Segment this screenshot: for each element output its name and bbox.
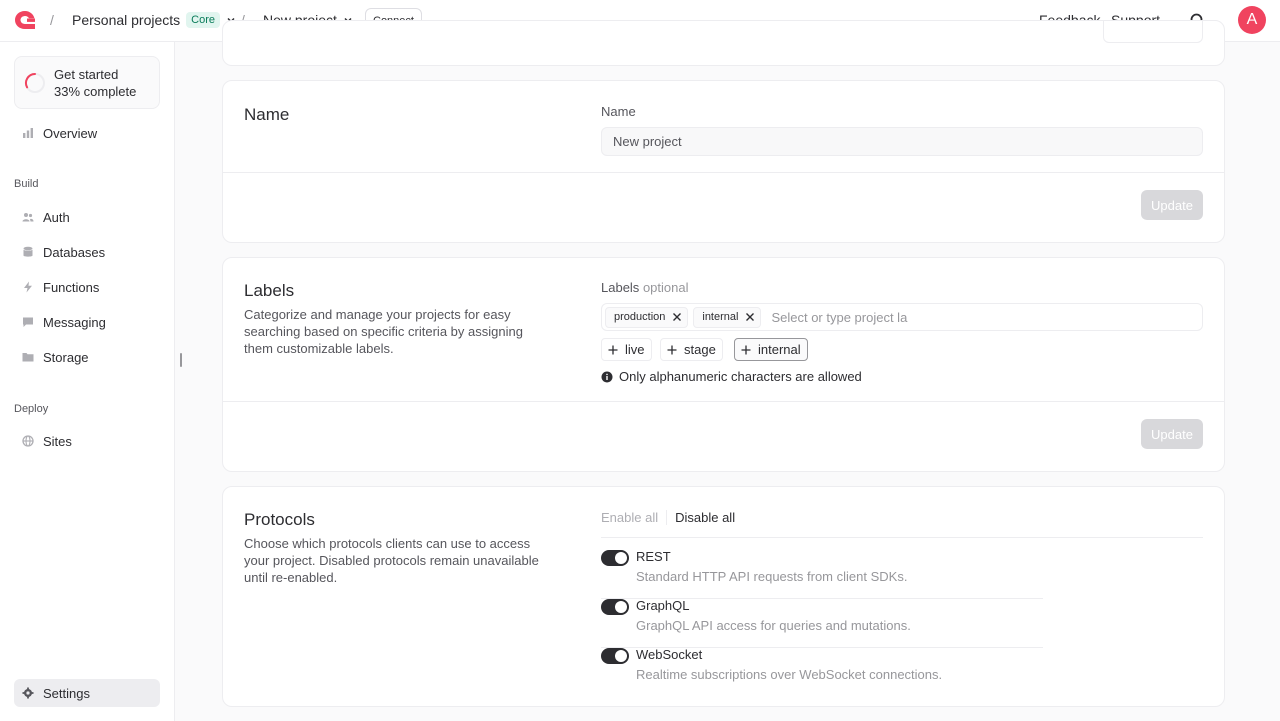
globe-icon <box>22 435 34 447</box>
sidebar: Get started 33% complete Overview Build … <box>0 42 175 721</box>
sidebar-item-label: Storage <box>43 349 89 365</box>
folder-icon <box>22 353 34 362</box>
name-card: Name Name New project Update <box>222 80 1225 243</box>
database-icon <box>23 246 33 257</box>
sidebar-item-storage[interactable]: Storage <box>14 343 160 371</box>
protocols-card-title: Protocols <box>244 510 315 529</box>
label-tag-text: internal <box>702 311 739 323</box>
labels-card-title: Labels <box>244 281 295 300</box>
plus-icon <box>667 345 677 354</box>
sidebar-item-label: Settings <box>43 685 90 701</box>
protocol-row-rest: REST Standard HTTP API requests from cli… <box>601 549 1043 599</box>
sidebar-item-label: Sites <box>43 433 72 449</box>
organization-name: Personal projects <box>72 12 181 28</box>
label-tag: internal <box>693 306 762 328</box>
nav-section-build: Build <box>14 178 39 190</box>
update-name-button[interactable]: Update <box>1141 190 1203 220</box>
lightning-icon <box>24 281 32 293</box>
progress-ring-icon <box>25 73 45 93</box>
bar-chart-icon <box>23 128 33 138</box>
labels-input-placeholder[interactable]: Select or type project la <box>771 310 907 325</box>
name-card-footer: Update <box>223 172 1224 242</box>
gear-icon <box>22 687 34 699</box>
nav-section-deploy: Deploy <box>14 403 49 415</box>
sidebar-item-functions[interactable]: Functions <box>14 273 160 301</box>
plus-icon <box>608 345 618 354</box>
protocol-name: GraphQL <box>636 598 690 613</box>
protocol-name: REST <box>636 549 671 564</box>
sidebar-resize-handle[interactable] <box>180 353 182 367</box>
protocols-card-description: Choose which protocols clients can use t… <box>244 536 539 585</box>
sidebar-item-label: Overview <box>43 125 98 141</box>
breadcrumb-separator: / <box>50 12 54 28</box>
graphql-toggle[interactable] <box>601 599 629 615</box>
protocol-name: WebSocket <box>636 647 703 662</box>
protocol-row-websocket: WebSocket Realtime subscriptions over We… <box>601 647 1043 697</box>
label-tag: production <box>605 306 689 328</box>
labels-card: Labels Categorize and manage your projec… <box>222 257 1225 472</box>
sidebar-item-databases[interactable]: Databases <box>14 238 160 266</box>
suggested-label-stage[interactable]: stage <box>660 338 723 361</box>
sidebar-item-overview[interactable]: Overview <box>14 119 160 147</box>
rest-toggle[interactable] <box>601 550 629 566</box>
close-icon[interactable] <box>672 312 682 322</box>
get-started-progress: 33% complete <box>54 83 137 99</box>
appwrite-logo-icon[interactable] <box>13 9 37 31</box>
labels-hint: Only alphanumeric characters are allowed <box>601 369 862 384</box>
breadcrumb-organization[interactable]: Personal projects Core <box>72 12 236 28</box>
disable-all-button[interactable]: Disable all <box>667 510 735 525</box>
close-icon[interactable] <box>745 312 755 322</box>
user-avatar[interactable]: A <box>1238 6 1266 34</box>
name-field-label: Name <box>601 104 636 119</box>
websocket-toggle[interactable] <box>601 648 629 664</box>
protocol-row-graphql: GraphQL GraphQL API access for queries a… <box>601 598 1043 648</box>
update-labels-button[interactable]: Update <box>1141 419 1203 449</box>
users-icon <box>22 213 34 222</box>
labels-card-footer: Update <box>223 401 1224 471</box>
sidebar-item-label: Databases <box>43 244 106 260</box>
optional-label: optional <box>642 280 689 295</box>
sidebar-item-auth[interactable]: Auth <box>14 203 160 231</box>
get-started-title: Get started <box>54 67 119 82</box>
protocol-description: Realtime subscriptions over WebSocket co… <box>636 667 943 682</box>
sidebar-item-label: Messaging <box>43 314 106 330</box>
enable-all-button[interactable]: Enable all <box>601 510 668 525</box>
label-tag-text: production <box>614 311 666 323</box>
sidebar-item-settings[interactable]: Settings <box>14 679 160 707</box>
suggested-label-internal[interactable]: internal <box>734 338 808 361</box>
protocol-description: Standard HTTP API requests from client S… <box>636 569 908 584</box>
sidebar-item-label: Functions <box>43 279 100 295</box>
name-card-title: Name <box>244 105 290 124</box>
labels-input[interactable]: production internal Select or type proje… <box>601 303 1203 331</box>
suggested-label-live[interactable]: live <box>601 338 652 361</box>
project-name-input[interactable]: New project <box>601 127 1203 156</box>
labels-hint-text: Only alphanumeric characters are allowed <box>619 369 862 384</box>
protocol-description: GraphQL API access for queries and mutat… <box>636 618 911 633</box>
labels-card-description: Categorize and manage your projects for … <box>244 307 523 356</box>
protocols-card: Protocols Choose which protocols clients… <box>222 486 1225 707</box>
plus-icon <box>741 345 751 354</box>
plan-badge: Core <box>186 12 221 28</box>
chat-icon <box>23 317 33 327</box>
info-icon <box>601 371 613 382</box>
sidebar-item-label: Auth <box>43 209 70 225</box>
protocol-bulk-actions: Enable all Disable all <box>601 510 735 525</box>
previous-settings-card <box>222 20 1225 66</box>
previous-card-button[interactable] <box>1103 21 1203 43</box>
divider <box>601 537 1203 538</box>
labels-field-label: Labels optional <box>601 280 689 295</box>
sidebar-item-messaging[interactable]: Messaging <box>14 308 160 336</box>
sidebar-item-sites[interactable]: Sites <box>14 427 160 455</box>
get-started-card[interactable]: Get started 33% complete <box>14 56 160 109</box>
